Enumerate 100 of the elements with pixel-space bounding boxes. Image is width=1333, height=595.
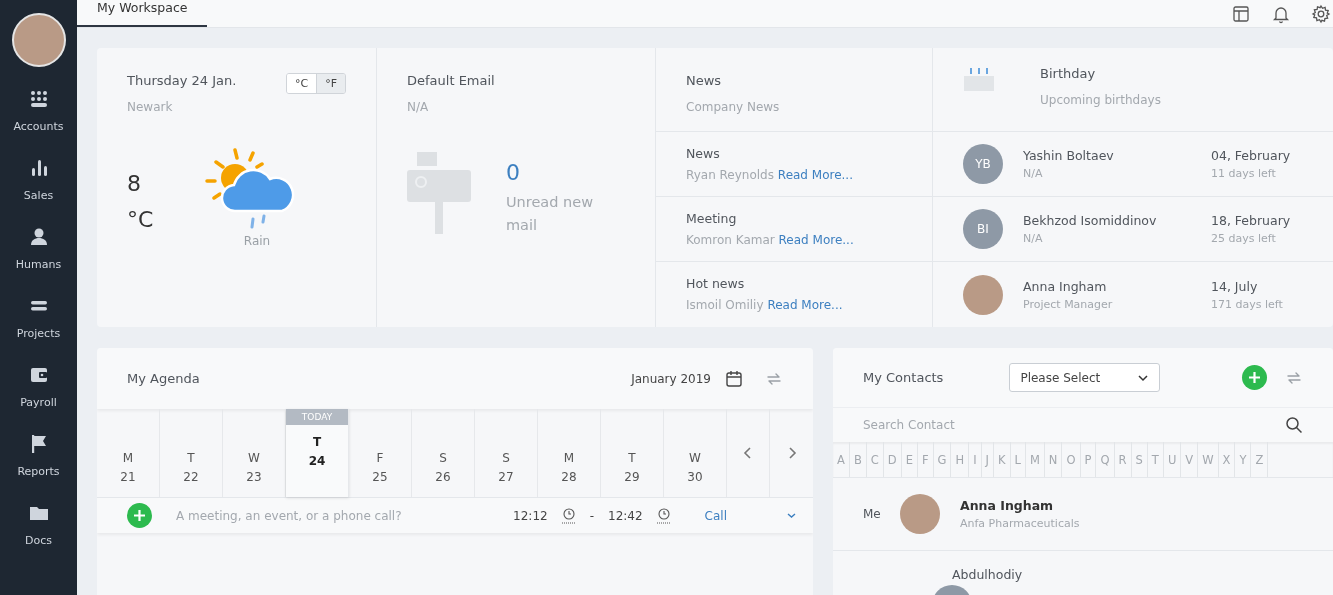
letter-filter[interactable]: C xyxy=(866,442,884,477)
day-cell[interactable]: T 29 xyxy=(601,409,664,497)
weather-condition: Rain xyxy=(243,234,271,248)
weather-city: Newark xyxy=(127,100,174,114)
initials-avatar: YB xyxy=(963,144,1003,184)
letter-filter[interactable]: G xyxy=(933,442,952,477)
search-icon[interactable] xyxy=(1285,416,1303,434)
news-item-author: Ryan Reynolds Read More... xyxy=(686,168,854,182)
contact-filter-dropdown[interactable]: Please Select xyxy=(1009,363,1161,392)
email-title: Default Email xyxy=(407,73,496,88)
unit-toggle[interactable]: °C xyxy=(287,74,317,93)
clock-icon[interactable] xyxy=(561,507,576,524)
day-cell[interactable]: S 26 xyxy=(412,409,475,497)
days-left: 171 days left xyxy=(1211,297,1283,311)
letter-filter[interactable]: W xyxy=(1198,442,1219,477)
read-more-link[interactable]: Read More... xyxy=(767,298,843,312)
plus-icon xyxy=(133,509,146,522)
day-cell[interactable]: W 30 xyxy=(664,409,727,497)
letter-filter[interactable]: A xyxy=(833,442,850,477)
read-more-link[interactable]: Read More... xyxy=(778,233,854,247)
birthday-subtitle: Upcoming birthdays xyxy=(1040,93,1161,107)
days-left: 11 days left xyxy=(1211,167,1277,180)
agenda-title: My Agenda xyxy=(127,371,200,386)
sidebar-icon xyxy=(28,227,49,247)
letter-filter[interactable]: S xyxy=(1131,442,1148,477)
temperature-unit: °C xyxy=(127,206,155,234)
weather-date: Thursday 24 Jan. xyxy=(127,73,237,88)
news-item-title: Meeting xyxy=(686,211,738,226)
news-item-title: Hot news xyxy=(686,276,746,291)
letter-filter[interactable]: T xyxy=(1147,442,1164,477)
letter-filter[interactable]: B xyxy=(849,442,867,477)
email-address: N/A xyxy=(407,100,430,114)
letter-filter[interactable]: F xyxy=(917,442,934,477)
user-avatar[interactable] xyxy=(11,13,66,67)
news-item-author: Ismoil Omiliy Read More... xyxy=(686,298,844,312)
time-separator: - xyxy=(589,508,594,523)
sidebar-item[interactable]: Docs xyxy=(0,499,77,568)
sidebar-item[interactable]: Humans xyxy=(0,223,77,292)
person-name: Anna Ingham xyxy=(1023,278,1108,294)
end-time[interactable]: 12:42 xyxy=(608,508,643,523)
letter-filter[interactable]: K xyxy=(993,442,1011,477)
day-cell[interactable]: T 22 xyxy=(160,409,223,497)
letter-filter[interactable]: E xyxy=(901,442,918,477)
news-subtitle: Company News xyxy=(686,100,781,114)
birthday-date: 18, February xyxy=(1211,213,1291,228)
day-cell[interactable]: S 27 xyxy=(475,409,538,497)
plus-icon xyxy=(1248,371,1261,384)
sidebar-icon xyxy=(28,365,49,385)
letter-filter[interactable]: X xyxy=(1218,442,1236,477)
read-more-link[interactable]: Read More... xyxy=(777,168,853,182)
letter-filter[interactable]: M xyxy=(1025,442,1045,477)
letter-filter[interactable]: U xyxy=(1163,442,1182,477)
birthday-title: Birthday xyxy=(1040,66,1097,81)
letter-filter[interactable]: V xyxy=(1181,442,1199,477)
contact-company: Anfa Pharmaceuticals xyxy=(960,517,1080,530)
contact-search-field[interactable]: Search Contact xyxy=(863,418,1271,432)
workspace-tab[interactable]: My Workspace xyxy=(77,0,208,27)
contact-name[interactable]: Anna Ingham xyxy=(960,498,1080,513)
clock-icon[interactable] xyxy=(656,507,671,524)
news-title: News xyxy=(686,73,723,88)
day-cell[interactable]: M 21 xyxy=(97,409,160,497)
letter-filter[interactable]: Y xyxy=(1235,442,1252,477)
day-cell[interactable]: F 25 xyxy=(349,409,412,497)
letter-filter[interactable]: D xyxy=(883,442,902,477)
letter-filter[interactable]: L xyxy=(1010,442,1026,477)
add-event-button[interactable] xyxy=(127,503,152,528)
letter-filter[interactable]: R xyxy=(1114,442,1132,477)
unit-toggle[interactable]: °F xyxy=(316,74,345,93)
start-time[interactable]: 12:12 xyxy=(513,508,548,523)
person-role: Project Manager xyxy=(1023,297,1114,311)
letter-filter[interactable]: J xyxy=(981,442,994,477)
initials-avatar: BI xyxy=(963,209,1003,249)
settings-icon[interactable] xyxy=(1311,3,1331,24)
sidebar-item[interactable]: Payroll xyxy=(0,361,77,430)
sidebar-item[interactable]: Projects xyxy=(0,292,77,361)
cake-icon xyxy=(963,66,995,92)
calendar-icon[interactable] xyxy=(725,369,743,388)
day-cell[interactable]: M 28 xyxy=(538,409,601,497)
letter-filter[interactable]: O xyxy=(1062,442,1081,477)
letter-filter[interactable]: N xyxy=(1044,442,1063,477)
unread-count: 0 xyxy=(506,160,521,185)
event-type-dropdown[interactable]: Call xyxy=(684,508,796,523)
letter-filter[interactable]: H xyxy=(951,442,970,477)
sidebar-item[interactable]: Sales xyxy=(0,154,77,223)
person-name: Yashin Boltaev xyxy=(1023,148,1115,163)
sidebar-item[interactable]: Accounts xyxy=(0,85,77,154)
letter-filter[interactable]: Z xyxy=(1251,442,1269,477)
sidebar-icon xyxy=(28,89,49,109)
person-role: N/A xyxy=(1023,167,1044,180)
event-input-field[interactable]: A meeting, an event, or a phone call? xyxy=(166,508,500,523)
letter-filter[interactable]: Q xyxy=(1096,442,1115,477)
layout-icon[interactable] xyxy=(1231,3,1251,24)
day-cell[interactable]: TODAY T 24 xyxy=(286,409,349,497)
letter-filter[interactable]: P xyxy=(1080,442,1097,477)
chevron-down-icon xyxy=(787,511,796,520)
add-contact-button[interactable] xyxy=(1242,365,1267,390)
mailbox-icon xyxy=(407,152,471,234)
sidebar-item[interactable]: Reports xyxy=(0,430,77,499)
agenda-month: January 2019 xyxy=(631,371,711,386)
contact-name[interactable]: Abdulhodiy xyxy=(952,567,1023,582)
